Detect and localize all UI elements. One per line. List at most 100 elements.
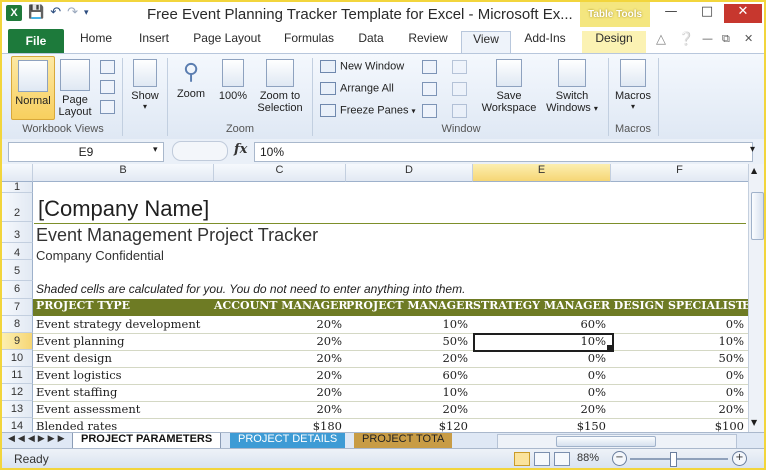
column-header-d[interactable]: D: [346, 164, 473, 182]
help-icon[interactable]: ❔: [678, 32, 694, 47]
shaded-cells-note[interactable]: Shaded cells are calculated for you. You…: [36, 282, 465, 296]
value-cell[interactable]: 0%: [624, 317, 744, 331]
project-type-cell[interactable]: Event strategy development: [36, 317, 212, 331]
expand-formula-bar-icon[interactable]: ▾: [750, 144, 755, 155]
switch-windows-button[interactable]: Switch Windows ▾: [540, 56, 604, 118]
value-cell[interactable]: 20%: [348, 351, 468, 365]
zoom-slider-track[interactable]: [630, 458, 728, 460]
tab-page-layout[interactable]: Page Layout: [188, 31, 266, 53]
worksheet-grid[interactable]: B C D E F 1 2 3 4 5 6 7 8 9 10 11 12 13 …: [2, 164, 764, 432]
value-cell[interactable]: $150: [486, 419, 606, 432]
view-side-by-side-icon[interactable]: [452, 60, 467, 74]
undo-icon[interactable]: ↶: [50, 5, 61, 21]
tab-data[interactable]: Data: [350, 31, 392, 53]
value-cell[interactable]: 0%: [486, 368, 606, 382]
value-cell[interactable]: 20%: [222, 368, 342, 382]
row-header[interactable]: 3: [2, 222, 33, 243]
show-button[interactable]: Show ▾: [127, 56, 163, 118]
hide-icon[interactable]: [422, 82, 437, 96]
redo-icon[interactable]: ↷: [67, 5, 78, 21]
confidential-label[interactable]: Company Confidential: [36, 248, 164, 263]
zoom-level[interactable]: 88%: [577, 452, 599, 464]
tab-design[interactable]: Design: [582, 31, 646, 53]
normal-view-button[interactable]: Normal: [11, 56, 55, 120]
zoom-slider-knob[interactable]: [670, 452, 677, 467]
macros-button[interactable]: Macros ▾: [612, 56, 654, 118]
header-project-type[interactable]: PROJECT TYPE: [36, 299, 130, 316]
workbook-close-icon[interactable]: ✕: [744, 32, 753, 45]
selected-cell-e9[interactable]: [473, 333, 614, 352]
scroll-down-icon[interactable]: ▼: [751, 418, 757, 427]
page-layout-status-icon[interactable]: [534, 452, 550, 466]
zoom-to-selection-button[interactable]: Zoom to Selection: [254, 56, 306, 118]
tracker-title[interactable]: Event Management Project Tracker: [36, 225, 318, 246]
zoom-100-button[interactable]: 100%: [214, 56, 252, 118]
zoom-out-button[interactable]: −: [612, 451, 627, 466]
synchronous-scrolling-icon[interactable]: [452, 82, 467, 96]
tab-view[interactable]: View: [461, 31, 511, 54]
value-cell[interactable]: $100: [624, 419, 744, 432]
workbook-minimize-icon[interactable]: —: [702, 32, 713, 45]
company-name[interactable]: [Company Name]: [38, 196, 209, 222]
row-header[interactable]: 12: [2, 384, 33, 401]
project-type-cell[interactable]: Event logistics: [36, 368, 212, 382]
page-break-status-icon[interactable]: [554, 452, 570, 466]
scroll-up-icon[interactable]: ▲: [751, 166, 757, 175]
save-icon[interactable]: 💾: [28, 5, 44, 21]
page-break-preview-icon[interactable]: [100, 60, 115, 74]
column-header-c[interactable]: C: [214, 164, 346, 182]
row-header[interactable]: 8: [2, 316, 33, 333]
column-header-e[interactable]: E: [473, 164, 611, 182]
name-box-dropdown-icon[interactable]: ▾: [153, 145, 158, 155]
value-cell[interactable]: 0%: [624, 368, 744, 382]
minimize-button[interactable]: —: [652, 4, 690, 22]
horizontal-scroll-thumb[interactable]: [556, 436, 656, 447]
customize-dropdown-icon[interactable]: ▾: [84, 5, 89, 21]
project-type-cell[interactable]: Event staffing: [36, 385, 212, 399]
sheet-tab-project-details[interactable]: PROJECT DETAILS: [230, 433, 346, 448]
normal-view-status-icon[interactable]: [514, 452, 530, 466]
value-cell[interactable]: 10%: [348, 385, 468, 399]
page-layout-view-button[interactable]: Page Layout: [55, 56, 95, 118]
row-header[interactable]: 11: [2, 367, 33, 384]
excel-app-icon[interactable]: X: [6, 5, 22, 21]
row-header-selected[interactable]: 9: [2, 333, 33, 350]
value-cell[interactable]: 20%: [222, 385, 342, 399]
tab-home[interactable]: Home: [72, 31, 120, 53]
tab-add-ins[interactable]: Add-Ins: [517, 31, 573, 53]
fill-handle[interactable]: [607, 345, 612, 350]
sheet-nav-arrows-icon[interactable]: ◀◀◀▶▶▶: [8, 434, 68, 444]
header-strategy-manager[interactable]: STRATEGY MANAGER: [473, 299, 610, 316]
tab-review[interactable]: Review: [400, 31, 456, 53]
header-design-specialist[interactable]: DESIGN SPECIALIST: [611, 299, 744, 316]
project-type-cell[interactable]: Blended rates: [36, 419, 212, 432]
row-header[interactable]: 1: [2, 182, 33, 193]
vertical-scrollbar[interactable]: ▲ ▼: [748, 164, 764, 432]
custom-views-icon[interactable]: [100, 80, 115, 94]
name-box[interactable]: E9: [8, 142, 164, 162]
sheet-tab-project-parameters[interactable]: PROJECT PARAMETERS: [72, 433, 222, 449]
vertical-scroll-thumb[interactable]: [751, 192, 764, 240]
sheet-tab-project-totals[interactable]: PROJECT TOTA: [354, 433, 453, 448]
value-cell[interactable]: 10%: [348, 317, 468, 331]
tab-formulas[interactable]: Formulas: [276, 31, 342, 53]
new-window-button[interactable]: New Window: [320, 60, 404, 73]
header-project-manager[interactable]: PROJECT MANAGER: [346, 299, 474, 316]
select-all-corner[interactable]: [2, 164, 33, 182]
value-cell[interactable]: 0%: [486, 385, 606, 399]
split-icon[interactable]: [422, 60, 437, 74]
row-header[interactable]: 14: [2, 418, 33, 432]
value-cell[interactable]: 0%: [624, 385, 744, 399]
value-cell[interactable]: $120: [348, 419, 468, 432]
value-cell[interactable]: 20%: [348, 402, 468, 416]
value-cell[interactable]: 10%: [624, 334, 744, 348]
row-header[interactable]: 13: [2, 401, 33, 418]
zoom-button[interactable]: ⚲ Zoom: [172, 56, 210, 118]
close-button[interactable]: ✕: [724, 4, 762, 23]
value-cell[interactable]: 60%: [486, 317, 606, 331]
row-header[interactable]: 6: [2, 281, 33, 299]
header-account-manager[interactable]: ACCOUNT MANAGER: [214, 299, 348, 316]
value-cell[interactable]: $180: [222, 419, 342, 432]
value-cell[interactable]: 20%: [222, 334, 342, 348]
horizontal-scrollbar[interactable]: [497, 434, 737, 449]
